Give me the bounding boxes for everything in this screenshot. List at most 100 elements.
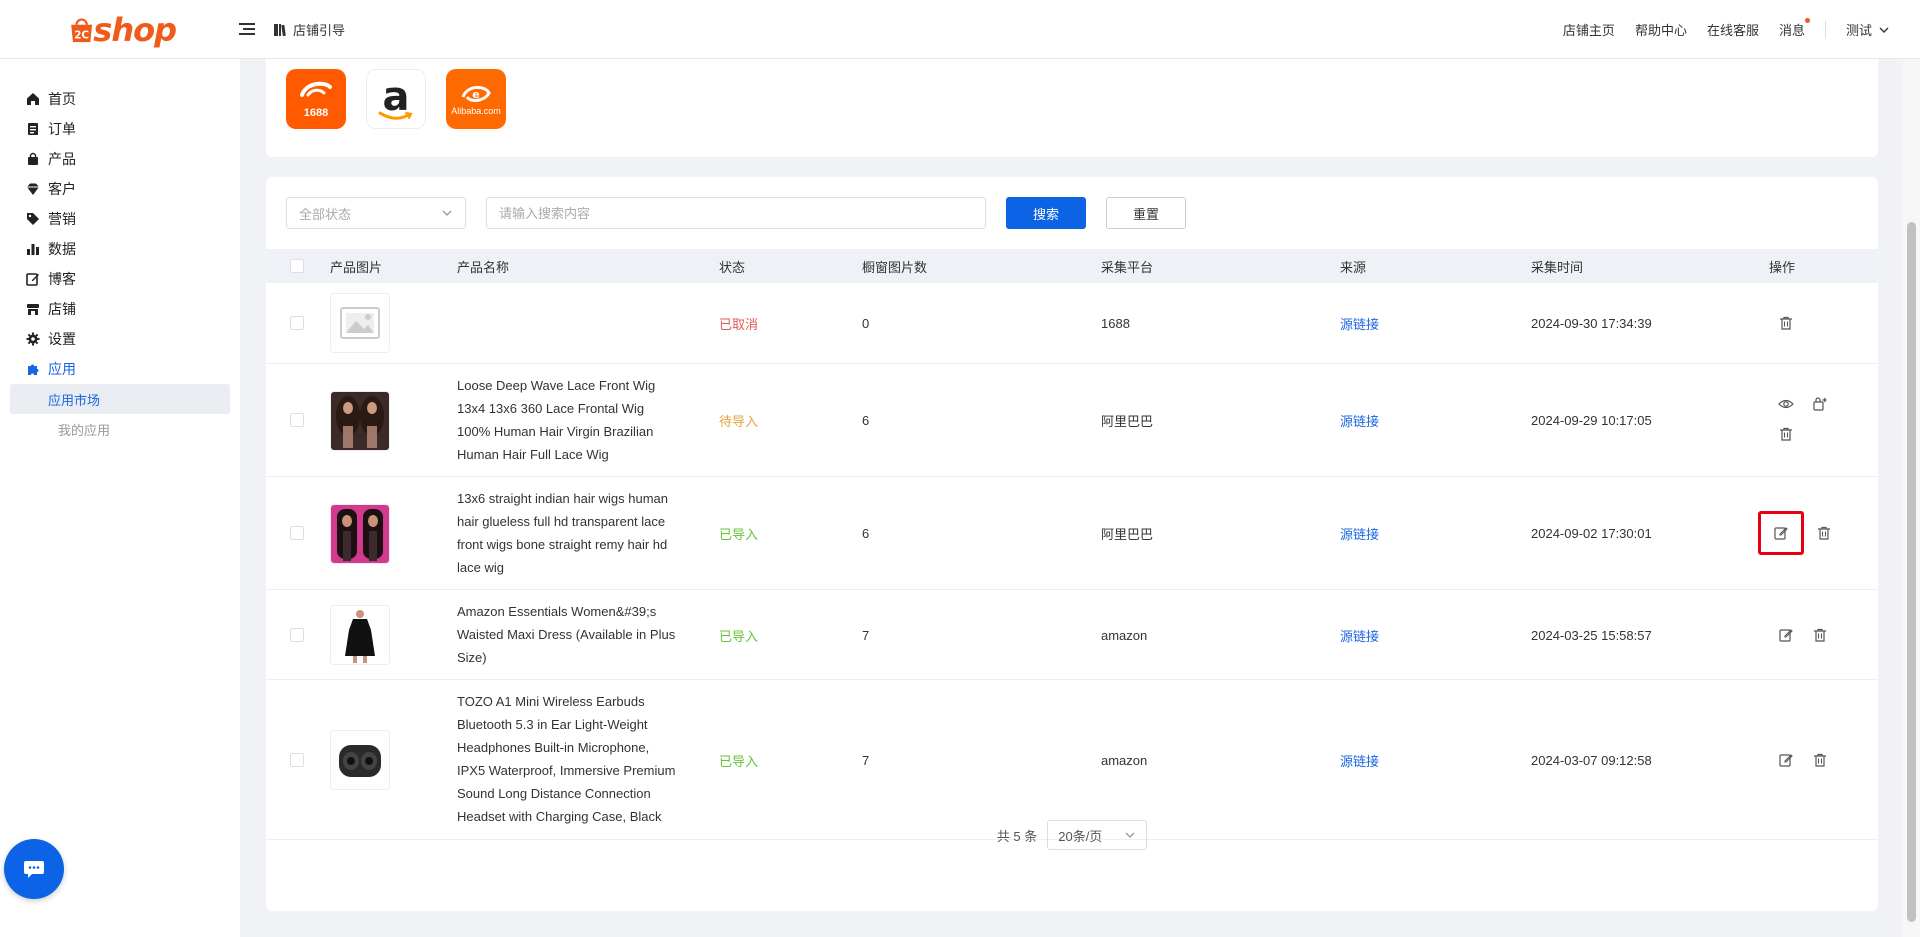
- import-button[interactable]: [1808, 392, 1832, 416]
- col-header-source: 来源: [1340, 259, 1367, 275]
- sidebar-item-label: 营销: [48, 211, 76, 227]
- product-name[interactable]: TOZO A1 Mini Wireless Earbuds Bluetooth …: [457, 690, 677, 828]
- menu-toggle-icon[interactable]: [238, 20, 256, 38]
- page-size-select[interactable]: 20条/页: [1047, 820, 1148, 850]
- sidebar-item-apps[interactable]: 应用: [0, 354, 240, 384]
- image-count: 0: [862, 316, 870, 331]
- chevron-down-icon: [1879, 27, 1889, 33]
- row-checkbox[interactable]: [290, 316, 304, 330]
- platform-name: 阿里巴巴: [1101, 414, 1154, 429]
- search-input[interactable]: [486, 197, 986, 229]
- status-badge: 已导入: [719, 527, 759, 542]
- user-name: 测试: [1845, 23, 1872, 38]
- status-badge: 已导入: [719, 753, 759, 769]
- chat-button[interactable]: [4, 839, 64, 899]
- sidebar-item-label: 产品: [48, 151, 76, 167]
- table-row: Amazon Essentials Women&#39;s Waisted Ma…: [266, 590, 1878, 680]
- edit-button[interactable]: [1774, 623, 1798, 647]
- gear-icon: [26, 332, 40, 346]
- platform-1688-button[interactable]: 1688: [286, 69, 346, 129]
- sidebar-item-home[interactable]: 首页: [0, 84, 240, 114]
- sidebar-item-orders[interactable]: 订单: [0, 114, 240, 144]
- collect-time: 2024-09-02 17:30:01: [1531, 526, 1652, 541]
- delete-button[interactable]: [1812, 521, 1836, 545]
- source-link[interactable]: 源链接: [1340, 524, 1379, 543]
- status-badge: 已导入: [719, 628, 759, 644]
- store-guide-link[interactable]: 店铺引导: [273, 20, 345, 39]
- product-name[interactable]: Amazon Essentials Women&#39;s Waisted Ma…: [457, 600, 677, 669]
- table-header: 产品图片 产品名称 状态 橱窗图片数 采集平台 来源 采集时间 操作: [266, 249, 1878, 283]
- row-checkbox[interactable]: [290, 753, 304, 767]
- nav-help-center[interactable]: 帮助中心: [1635, 20, 1687, 39]
- source-link[interactable]: 源链接: [1340, 314, 1379, 333]
- chevron-down-icon: [442, 210, 452, 216]
- preview-button[interactable]: [1774, 392, 1798, 416]
- delete-button[interactable]: [1774, 311, 1798, 335]
- bag-icon: [28, 152, 38, 165]
- row-checkbox[interactable]: [290, 413, 304, 427]
- pagination-total: 共 5 条: [996, 828, 1038, 844]
- delete-button[interactable]: [1808, 623, 1832, 647]
- nav-online-service[interactable]: 在线客服: [1707, 20, 1759, 39]
- edit-icon: [1779, 629, 1793, 642]
- page-scrollbar[interactable]: [1903, 59, 1920, 937]
- nav-messages[interactable]: 消息: [1779, 18, 1811, 39]
- delete-button[interactable]: [1774, 422, 1798, 446]
- store-icon: [27, 304, 39, 315]
- pagination: 共 5 条 20条/页: [266, 820, 1878, 850]
- wig-photo-icon: [331, 392, 389, 450]
- row-checkbox[interactable]: [290, 628, 304, 642]
- sidebar-item-products[interactable]: 产品: [0, 144, 240, 174]
- search-button[interactable]: 搜索: [1006, 197, 1086, 229]
- sidebar-item-blog[interactable]: 博客: [0, 264, 240, 294]
- product-name[interactable]: 13x6 straight indian hair wigs human hai…: [457, 487, 677, 579]
- platform-amazon-button[interactable]: a: [366, 69, 426, 129]
- platform-alibaba-button[interactable]: e Alibaba.com: [446, 69, 506, 129]
- product-name[interactable]: Loose Deep Wave Lace Front Wig 13x4 13x6…: [457, 374, 677, 466]
- table-row: Loose Deep Wave Lace Front Wig 13x4 13x6…: [266, 364, 1878, 477]
- product-thumbnail[interactable]: [330, 605, 390, 665]
- top-header: 2C shop 店铺引导 店铺主页 帮助中心 在线客服 消息 测试: [0, 0, 1920, 59]
- source-link[interactable]: 源链接: [1340, 411, 1379, 430]
- edit-button[interactable]: [1758, 511, 1804, 555]
- edit-button[interactable]: [1774, 748, 1798, 772]
- platform-name: 1688: [1101, 316, 1130, 331]
- scrollbar-thumb[interactable]: [1907, 222, 1916, 922]
- col-header-platform: 采集平台: [1101, 259, 1154, 275]
- sidebar-item-customers[interactable]: 客户: [0, 174, 240, 204]
- select-all-checkbox[interactable]: [290, 259, 304, 273]
- product-thumbnail[interactable]: [330, 293, 390, 353]
- reset-button[interactable]: 重置: [1106, 197, 1186, 229]
- sidebar-sub-app-market[interactable]: 应用市场: [10, 384, 230, 414]
- nav-store-home[interactable]: 店铺主页: [1563, 20, 1615, 39]
- sidebar-item-marketing[interactable]: 营销: [0, 204, 240, 234]
- sidebar: 首页 订单 产品 客户 营销 数据 博客 店铺 设置 应用 应用市场 我的应用: [0, 59, 240, 937]
- sidebar-sub-my-apps[interactable]: 我的应用: [10, 414, 230, 444]
- trash-icon: [1818, 526, 1830, 540]
- product-thumbnail[interactable]: [330, 391, 390, 451]
- home-icon: [27, 93, 39, 105]
- user-menu[interactable]: 测试: [1846, 20, 1890, 39]
- sidebar-item-data[interactable]: 数据: [0, 234, 240, 264]
- source-link[interactable]: 源链接: [1340, 626, 1379, 645]
- row-checkbox[interactable]: [290, 526, 304, 540]
- platform-name: 阿里巴巴: [1101, 527, 1154, 542]
- delete-button[interactable]: [1808, 748, 1832, 772]
- collect-time: 2024-09-30 17:34:39: [1531, 316, 1652, 331]
- collect-time: 2024-09-29 10:17:05: [1531, 413, 1652, 428]
- sidebar-item-settings[interactable]: 设置: [0, 324, 240, 354]
- sidebar-item-store[interactable]: 店铺: [0, 294, 240, 324]
- image-count: 7: [862, 627, 870, 643]
- status-select[interactable]: 全部状态: [286, 197, 466, 229]
- page-size-value: 20条/页: [1058, 828, 1103, 844]
- dress-photo-icon: [331, 606, 389, 664]
- sidebar-item-label: 设置: [48, 331, 76, 347]
- filter-bar: 全部状态 搜索 重置: [286, 197, 1186, 229]
- product-thumbnail[interactable]: [330, 730, 390, 790]
- sidebar-item-label: 客户: [48, 181, 76, 197]
- logo[interactable]: 2C shop: [66, 10, 177, 50]
- source-link[interactable]: 源链接: [1340, 751, 1379, 770]
- platform-card: 1688 a e Alibaba.com: [266, 59, 1878, 157]
- collect-time: 2024-03-07 09:12:58: [1531, 752, 1652, 768]
- product-thumbnail[interactable]: [330, 504, 390, 564]
